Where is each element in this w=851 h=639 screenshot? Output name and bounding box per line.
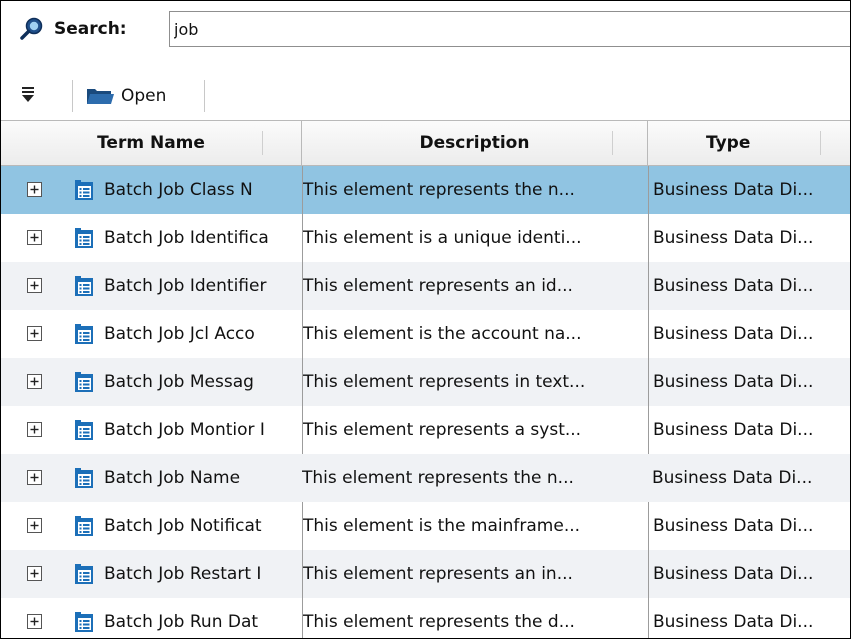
type-cell: Business Data Di... (648, 310, 850, 358)
term-name-cell: Batch Job Jcl Acco (104, 324, 255, 344)
description-cell: This element represents the n... (302, 468, 574, 488)
column-header-label: Description (419, 133, 530, 153)
table-row[interactable]: Batch Job Jcl Acco This element is the a… (1, 310, 850, 358)
column-header-description[interactable]: Description (302, 121, 648, 165)
open-label: Open (121, 86, 167, 106)
glossary-term-icon (75, 468, 93, 488)
column-header-label: Type (706, 133, 751, 153)
term-name-cell: Batch Job Class N (104, 180, 253, 200)
term-name-cell: Batch Job Montior I (104, 420, 265, 440)
table-row[interactable]: Batch Job Run Dat This element represent… (1, 598, 850, 638)
expand-icon[interactable] (27, 470, 42, 485)
type-cell: Business Data Di... (648, 406, 850, 454)
table-header: Term Name Description Type (1, 120, 850, 166)
type-cell: Business Data Di... (648, 262, 850, 310)
table-row[interactable]: Batch Job Messag This element represents… (1, 358, 850, 406)
expand-icon[interactable] (27, 518, 42, 533)
search-label: Search: (54, 19, 127, 39)
glossary-term-icon (75, 612, 93, 632)
type-cell: Business Data Di... (648, 358, 850, 406)
table-row[interactable]: Batch Job Class N This element represent… (1, 166, 850, 214)
search-bar: Search: (1, 1, 850, 63)
column-resize-handle[interactable] (262, 131, 263, 155)
description-cell: This element is the account na... (302, 310, 648, 358)
toolbar-separator (204, 80, 205, 112)
search-icon (20, 17, 43, 40)
expand-icon[interactable] (27, 422, 42, 437)
toolbar: Open (1, 77, 850, 115)
expand-icon[interactable] (27, 278, 42, 293)
term-name-cell: Batch Job Notificat (104, 516, 262, 536)
search-input[interactable] (169, 11, 850, 47)
glossary-term-icon (75, 420, 93, 440)
folder-icon (87, 89, 114, 104)
expand-icon[interactable] (27, 326, 42, 341)
column-resize-handle[interactable] (612, 131, 613, 155)
type-cell: Business Data Di... (648, 166, 850, 214)
expand-icon[interactable] (27, 374, 42, 389)
description-cell: This element represents the n... (302, 166, 648, 214)
table-row[interactable]: Batch Job Identifica This element is a u… (1, 214, 850, 262)
column-resize-handle[interactable] (820, 131, 821, 155)
term-name-cell: Batch Job Identifier (104, 276, 267, 296)
table-row[interactable]: Batch Job Restart I This element represe… (1, 550, 850, 598)
filter-collapse-icon[interactable] (17, 85, 39, 107)
description-cell: This element represents in text... (302, 358, 648, 406)
table-row[interactable]: Batch Job Notificat This element is the … (1, 502, 850, 550)
term-name-cell: Batch Job Run Dat (104, 612, 259, 632)
expand-icon[interactable] (27, 614, 42, 629)
description-cell: This element represents the d... (302, 598, 648, 638)
type-cell: Business Data Di... (648, 214, 850, 262)
type-cell: Business Data Di... (648, 502, 850, 550)
type-cell: Business Data Di... (652, 468, 813, 488)
column-header-label: Term Name (97, 133, 205, 153)
table-row[interactable]: Batch Job Name This element represents t… (1, 454, 850, 502)
term-name-cell: Batch Job Name (104, 468, 241, 488)
description-cell: This element is the mainframe... (302, 502, 648, 550)
expand-icon[interactable] (27, 182, 42, 197)
term-name-cell: Batch Job Restart I (104, 564, 262, 584)
glossary-term-icon (75, 180, 93, 200)
column-header-type[interactable]: Type (648, 121, 850, 165)
description-cell: This element is a unique identi... (302, 214, 648, 262)
glossary-term-icon (75, 276, 93, 296)
glossary-search-window: Search: Open Term Name Description (0, 0, 851, 639)
type-cell: Business Data Di... (648, 598, 850, 638)
terms-table: Term Name Description Type Batch Job Cla… (1, 120, 850, 638)
toolbar-separator (72, 80, 73, 112)
glossary-term-icon (75, 564, 93, 584)
expand-icon[interactable] (27, 566, 42, 581)
column-header-term-name[interactable]: Term Name (1, 121, 302, 165)
type-cell: Business Data Di... (648, 550, 850, 598)
description-cell: This element represents an in... (302, 550, 648, 598)
table-row[interactable]: Batch Job Montior I This element represe… (1, 406, 850, 454)
table-body: Batch Job Class N This element represent… (1, 166, 850, 638)
glossary-term-icon (75, 516, 93, 536)
glossary-term-icon (75, 372, 93, 392)
description-cell: This element represents a syst... (302, 406, 648, 454)
open-button[interactable]: Open (85, 79, 166, 113)
term-name-cell: Batch Job Messag (104, 372, 254, 392)
table-row[interactable]: Batch Job Identifier This element repres… (1, 262, 850, 310)
expand-icon[interactable] (27, 230, 42, 245)
description-cell: This element represents an id... (302, 262, 648, 310)
term-name-cell: Batch Job Identifica (104, 228, 269, 248)
glossary-term-icon (75, 324, 93, 344)
glossary-term-icon (75, 228, 93, 248)
